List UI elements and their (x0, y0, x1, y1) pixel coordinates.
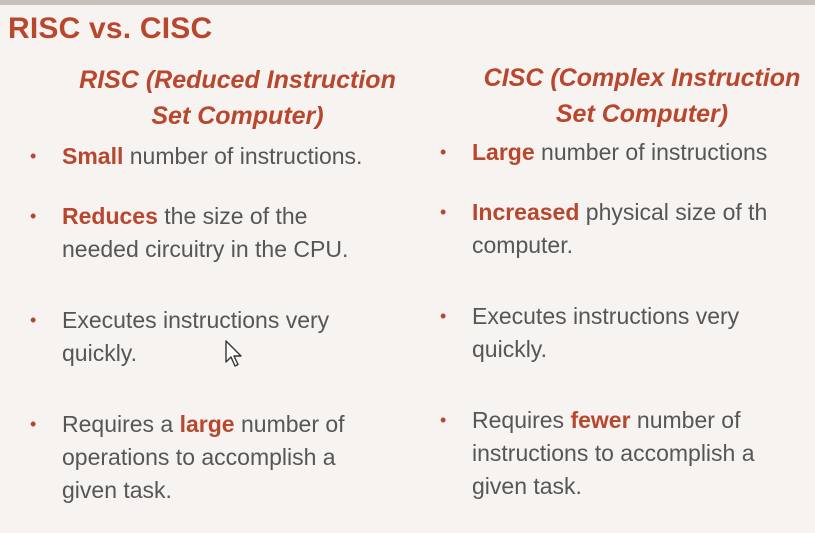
top-divider (0, 0, 815, 5)
risc-item-2: • Reduces the size of the needed circuit… (30, 200, 420, 266)
bullet-dot-icon: • (440, 410, 447, 430)
cisc-item-2-line-2: computer. (472, 232, 573, 258)
risc-item-1-bold: Small (62, 143, 124, 169)
cisc-item-4-bold: fewer (570, 407, 631, 433)
risc-item-2-text: the size of the (157, 203, 308, 229)
bullet-dot-icon: • (440, 202, 447, 222)
cisc-item-2-text: physical size of th (579, 199, 768, 225)
cisc-item-4-line-3: given task. (472, 473, 582, 499)
cisc-item-3: • Executes instructions very quickly. (440, 300, 815, 366)
cisc-item-1-text: number of instructions (534, 139, 768, 165)
bullet-dot-icon: • (30, 206, 37, 226)
cisc-heading-line-1: CISC (Complex Instruction (483, 64, 801, 92)
slide-title: RISC vs. CISC (8, 12, 213, 45)
bullet-dot-icon: • (30, 414, 37, 434)
risc-item-2-line-2: needed circuitry in the CPU. (62, 236, 349, 262)
risc-item-4-line-3: given task. (62, 477, 172, 503)
cisc-item-2-bold: Increased (472, 199, 580, 225)
risc-item-4-line-2: operations to accomplish a (62, 444, 336, 470)
risc-item-2-bold: Reduces (62, 203, 158, 229)
risc-item-2-line-1: Reduces the size of the (62, 200, 420, 233)
cisc-item-4-line-2: instructions to accomplish a (472, 440, 755, 466)
cisc-bullet-list: • Large number of instructions • Increas… (440, 136, 815, 503)
slide: RISC vs. CISC RISC (Reduced Instruction … (0, 0, 815, 533)
cisc-item-1-line-1: Large number of instructions (472, 136, 815, 169)
risc-item-3-line-1: Executes instructions very (62, 307, 330, 333)
risc-item-1-text: number of instructions. (123, 143, 363, 169)
cisc-item-4-text: number of (630, 407, 741, 433)
mouse-pointer-icon (225, 340, 242, 367)
bullet-dot-icon: • (30, 146, 37, 166)
cisc-item-4-pre: Requires (472, 407, 571, 433)
bullet-dot-icon: • (30, 310, 37, 330)
risc-bullet-list: • Small number of instructions. • Reduce… (30, 140, 420, 507)
cisc-item-3-line-1: Executes instructions very (472, 303, 740, 329)
risc-item-4-bold: large (179, 411, 235, 437)
risc-item-4-text: number of (234, 411, 345, 437)
cisc-item-4-line-1: Requires fewer number of (472, 404, 815, 437)
cisc-item-2: • Increased physical size of th computer… (440, 196, 815, 262)
cisc-item-4: • Requires fewer number of instructions … (440, 404, 815, 503)
cisc-item-2-line-1: Increased physical size of th (472, 196, 815, 229)
risc-item-1-line-1: Small number of instructions. (62, 140, 420, 173)
bullet-dot-icon: • (440, 142, 447, 162)
risc-column-heading: RISC (Reduced Instruction Set Computer) (55, 62, 420, 134)
risc-item-4-pre: Requires a (62, 411, 180, 437)
cisc-column-heading: CISC (Complex Instruction Set Computer) (468, 60, 815, 132)
cisc-item-3-line-2: quickly. (472, 336, 547, 362)
cisc-heading-line-2: Set Computer) (555, 100, 729, 128)
risc-heading-line-2: Set Computer) (151, 102, 324, 130)
risc-item-4: • Requires a large number of operations … (30, 408, 420, 507)
risc-heading-line-1: RISC (Reduced Instruction (79, 66, 396, 94)
risc-item-1: • Small number of instructions. (30, 140, 420, 173)
bullet-dot-icon: • (440, 306, 447, 326)
risc-item-4-line-1: Requires a large number of (62, 408, 420, 441)
cisc-item-1-bold: Large (472, 139, 535, 165)
cisc-item-1: • Large number of instructions (440, 136, 815, 169)
